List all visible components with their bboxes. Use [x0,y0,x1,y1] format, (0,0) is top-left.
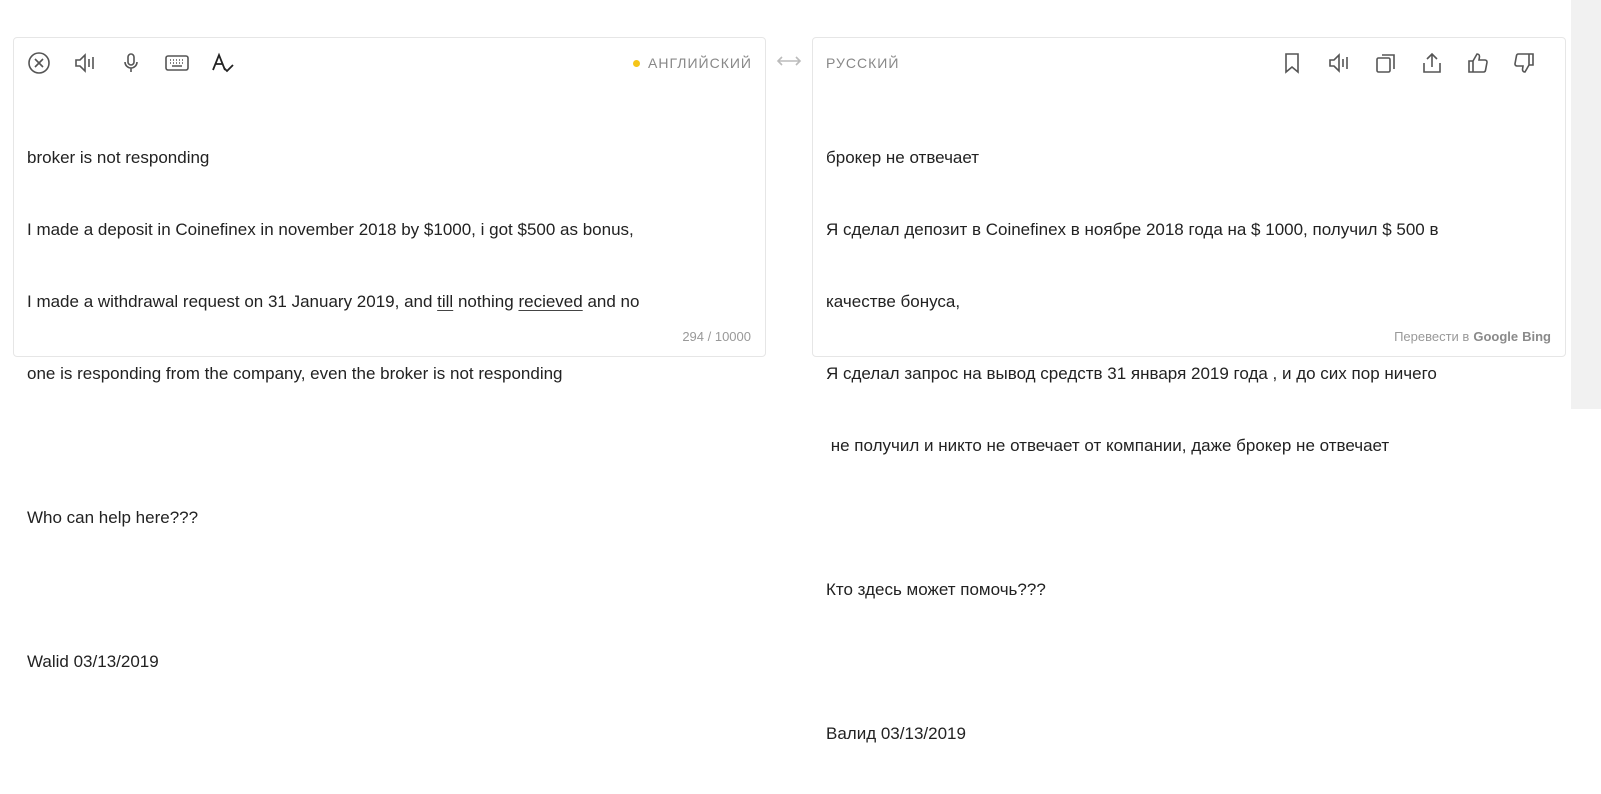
bookmark-icon [1285,53,1299,74]
target-line: брокер не отвечает [826,148,980,167]
source-line: Walid 03/13/2019 [27,652,159,671]
target-line: качестве бонуса, [826,292,961,311]
scrollbar-track[interactable] [1571,0,1601,409]
spellcheck-icon [212,52,234,73]
source-line: broker is not responding [27,148,210,167]
copy-button[interactable] [1371,50,1401,76]
target-line: Я сделал депозит в Coinefinex в ноябре 2… [826,220,1439,239]
source-panel: АНГЛИЙСКИЙ broker is not responding I ma… [13,37,766,671]
swap-arrows-icon [776,56,802,66]
source-listen-button[interactable] [70,50,100,76]
translation-output[interactable]: брокер не отвечает Я сделал депозит в Co… [826,98,1551,794]
bookmark-button[interactable] [1277,50,1307,76]
speaker-icon [75,53,94,73]
spellcheck-button[interactable] [208,50,238,76]
target-line: ​ [826,650,1551,674]
microphone-button[interactable] [116,50,146,76]
source-text-input[interactable]: broker is not responding I made a deposi… [27,98,751,722]
target-line: не получил и никто не отвечает от компан… [826,436,1390,455]
close-icon [28,52,50,74]
source-line: I made a deposit in Coinefinex in novemb… [27,220,634,239]
copy-icon [1376,54,1395,73]
target-panel: РУССКИЙ брокер не отвечает Я сделал депо… [812,37,1566,743]
target-line: Валид 03/13/2019 [826,724,966,743]
translate-in-label: Перевести в [1394,329,1470,344]
target-line: Кто здесь может помочь??? [826,580,1046,599]
target-listen-button[interactable] [1324,50,1354,76]
google-engine-link[interactable]: Google [1473,329,1518,344]
bad-translation-button[interactable] [1509,50,1539,76]
source-line: ​ [27,578,751,602]
language-detected-dot [633,60,641,67]
keyboard-button[interactable] [162,50,192,76]
share-icon [1423,52,1441,73]
keyboard-icon [165,55,189,71]
translate-in-footer: Перевести в Google Bing [1394,329,1551,344]
spelling-suggestion[interactable]: till [437,292,453,311]
thumbs-down-icon [1514,53,1534,73]
character-counter: 294 / 10000 [682,329,751,344]
source-line: ​ [27,434,751,458]
swap-languages-button[interactable] [775,52,803,70]
bing-engine-link[interactable]: Bing [1522,329,1551,344]
target-line: Я сделал запрос на вывод средств 31 янва… [826,364,1437,383]
source-language-selector[interactable]: АНГЛИЙСКИЙ [633,55,752,71]
clear-button[interactable] [24,50,54,76]
target-line: ​ [826,506,1551,530]
good-translation-button[interactable] [1463,50,1493,76]
source-line: one is responding from the company, even… [27,364,563,383]
thumbs-up-icon [1468,53,1488,73]
spelling-suggestion[interactable]: recieved [518,292,582,311]
microphone-icon [124,53,138,72]
target-toolbar [813,50,1565,76]
source-line: Who can help here??? [27,508,199,527]
source-line: I made a withdrawal request on 31 Januar… [27,292,640,311]
source-language-label: АНГЛИЙСКИЙ [648,55,752,71]
share-button[interactable] [1417,50,1447,76]
speaker-icon [1329,53,1348,73]
